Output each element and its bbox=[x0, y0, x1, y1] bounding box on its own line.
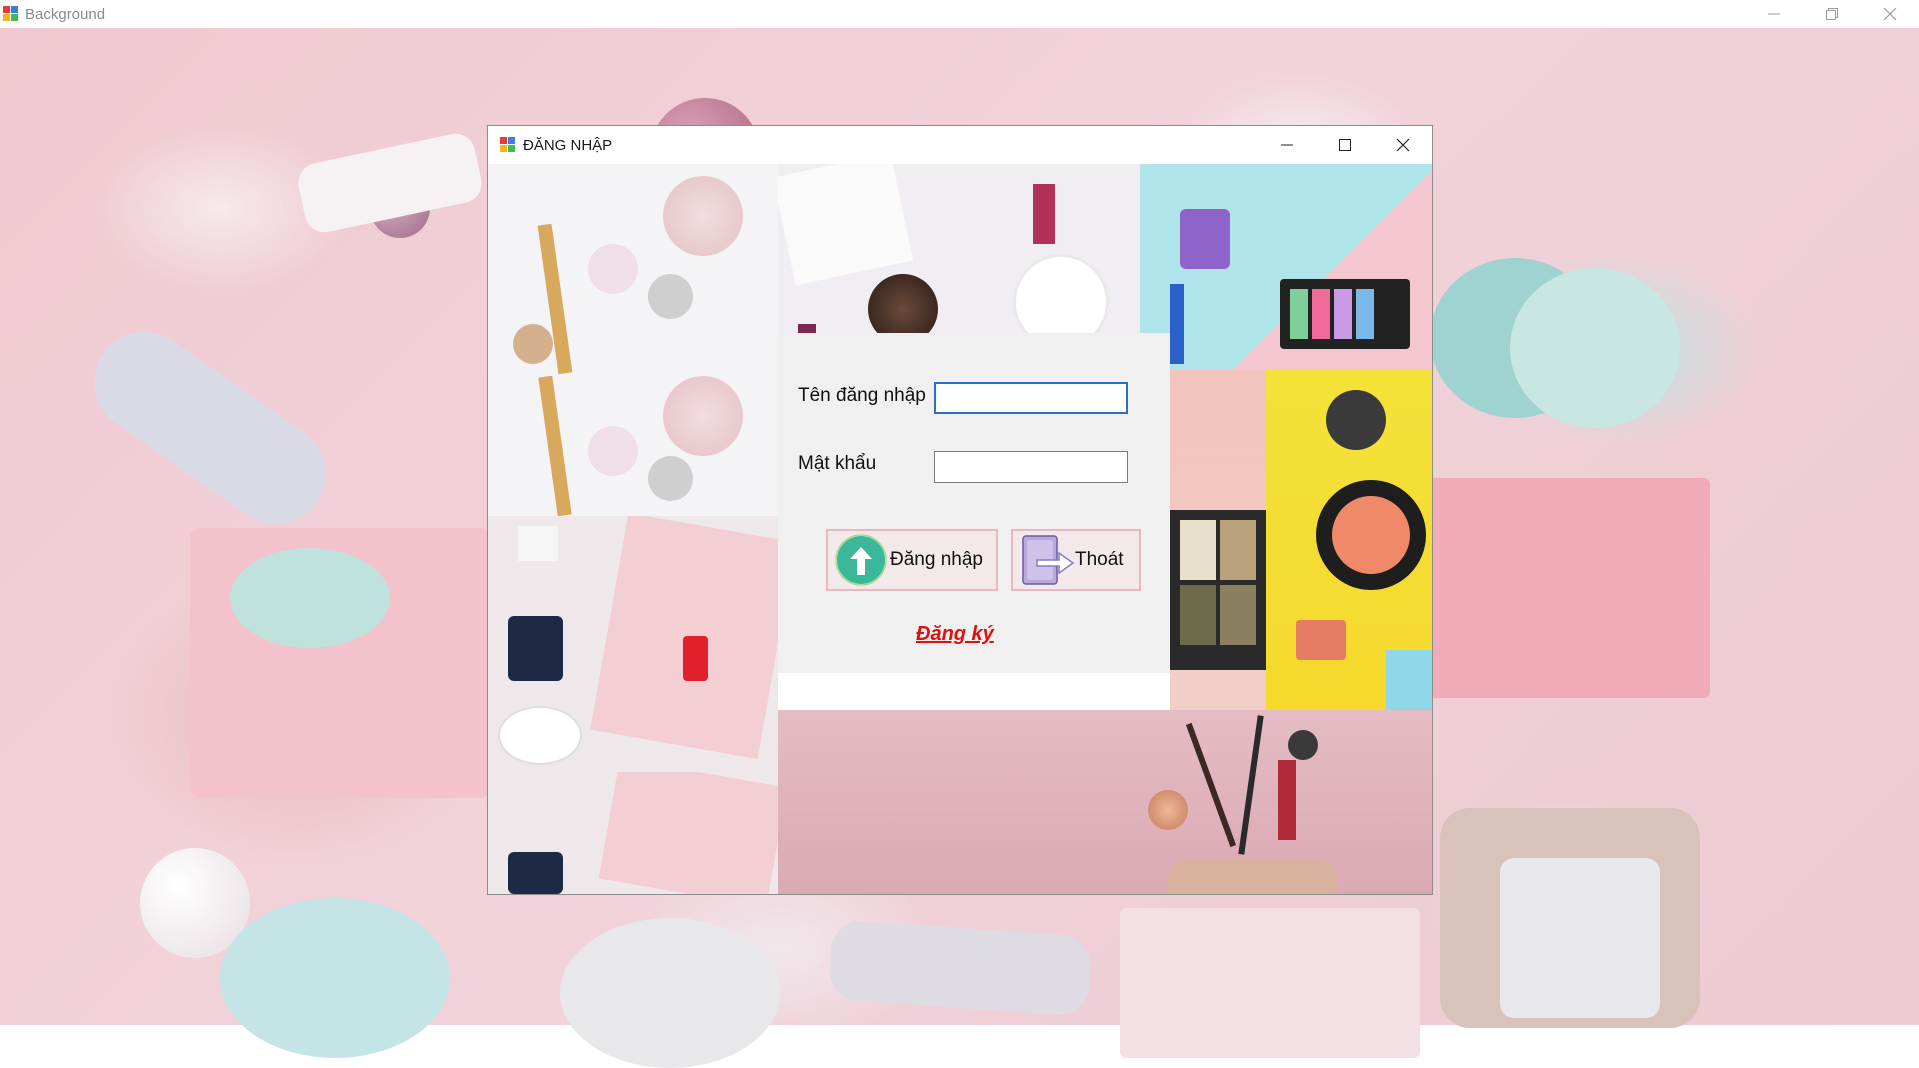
username-input[interactable] bbox=[934, 382, 1128, 414]
password-input[interactable] bbox=[934, 451, 1128, 483]
login-form-panel: Tên đăng nhập Mật khẩu Đăng nhập Thoát Đ… bbox=[778, 333, 1170, 673]
close-icon bbox=[1396, 138, 1410, 152]
makeup-photo-mid-left bbox=[488, 376, 778, 516]
username-label: Tên đăng nhập bbox=[798, 385, 926, 406]
login-dialog: ĐĂNG NHẬP Tên đăng nhập Mật khẩu Đăng nh… bbox=[487, 125, 1433, 895]
background-window: Background ĐĂNG NHẬP Tên đăng nhập Mật k… bbox=[0, 0, 1919, 1068]
login-minimize-button[interactable] bbox=[1258, 126, 1316, 164]
login-window-icon bbox=[500, 137, 516, 153]
door-exit-icon bbox=[1022, 535, 1075, 585]
register-link[interactable]: Đăng ký bbox=[916, 623, 994, 646]
minimize-icon bbox=[1281, 144, 1293, 146]
login-button[interactable]: Đăng nhập bbox=[826, 529, 998, 591]
dior-photo-bottom-left bbox=[488, 772, 778, 894]
eyeshadow-photo-right bbox=[1170, 370, 1266, 710]
minimize-button[interactable] bbox=[1745, 0, 1803, 28]
login-close-button[interactable] bbox=[1374, 126, 1432, 164]
makeup-photo-top-left bbox=[488, 164, 778, 376]
close-icon bbox=[1883, 7, 1897, 21]
login-window-title: ĐĂNG NHẬP bbox=[523, 136, 613, 154]
makeup-photo-top-right bbox=[1140, 164, 1432, 370]
minimize-icon bbox=[1768, 13, 1780, 15]
restore-icon bbox=[1826, 8, 1838, 20]
restore-button[interactable] bbox=[1803, 0, 1861, 28]
arrow-up-circle-icon bbox=[835, 534, 887, 586]
login-titlebar: ĐĂNG NHẬP bbox=[488, 126, 1432, 164]
app-icon bbox=[3, 6, 19, 22]
exit-button[interactable]: Thoát bbox=[1011, 529, 1141, 591]
maximize-icon bbox=[1339, 139, 1351, 151]
close-button[interactable] bbox=[1861, 0, 1919, 28]
login-maximize-button[interactable] bbox=[1316, 126, 1374, 164]
background-titlebar: Background bbox=[0, 0, 1919, 28]
password-label: Mật khẩu bbox=[798, 453, 877, 474]
makeup-bag-photo-bottom bbox=[778, 710, 1432, 894]
exit-button-label: Thoát bbox=[1075, 549, 1124, 570]
background-window-title: Background bbox=[25, 5, 106, 23]
dior-photo-left bbox=[488, 516, 778, 772]
blush-photo-right bbox=[1266, 370, 1432, 710]
login-button-label: Đăng nhập bbox=[890, 549, 983, 570]
